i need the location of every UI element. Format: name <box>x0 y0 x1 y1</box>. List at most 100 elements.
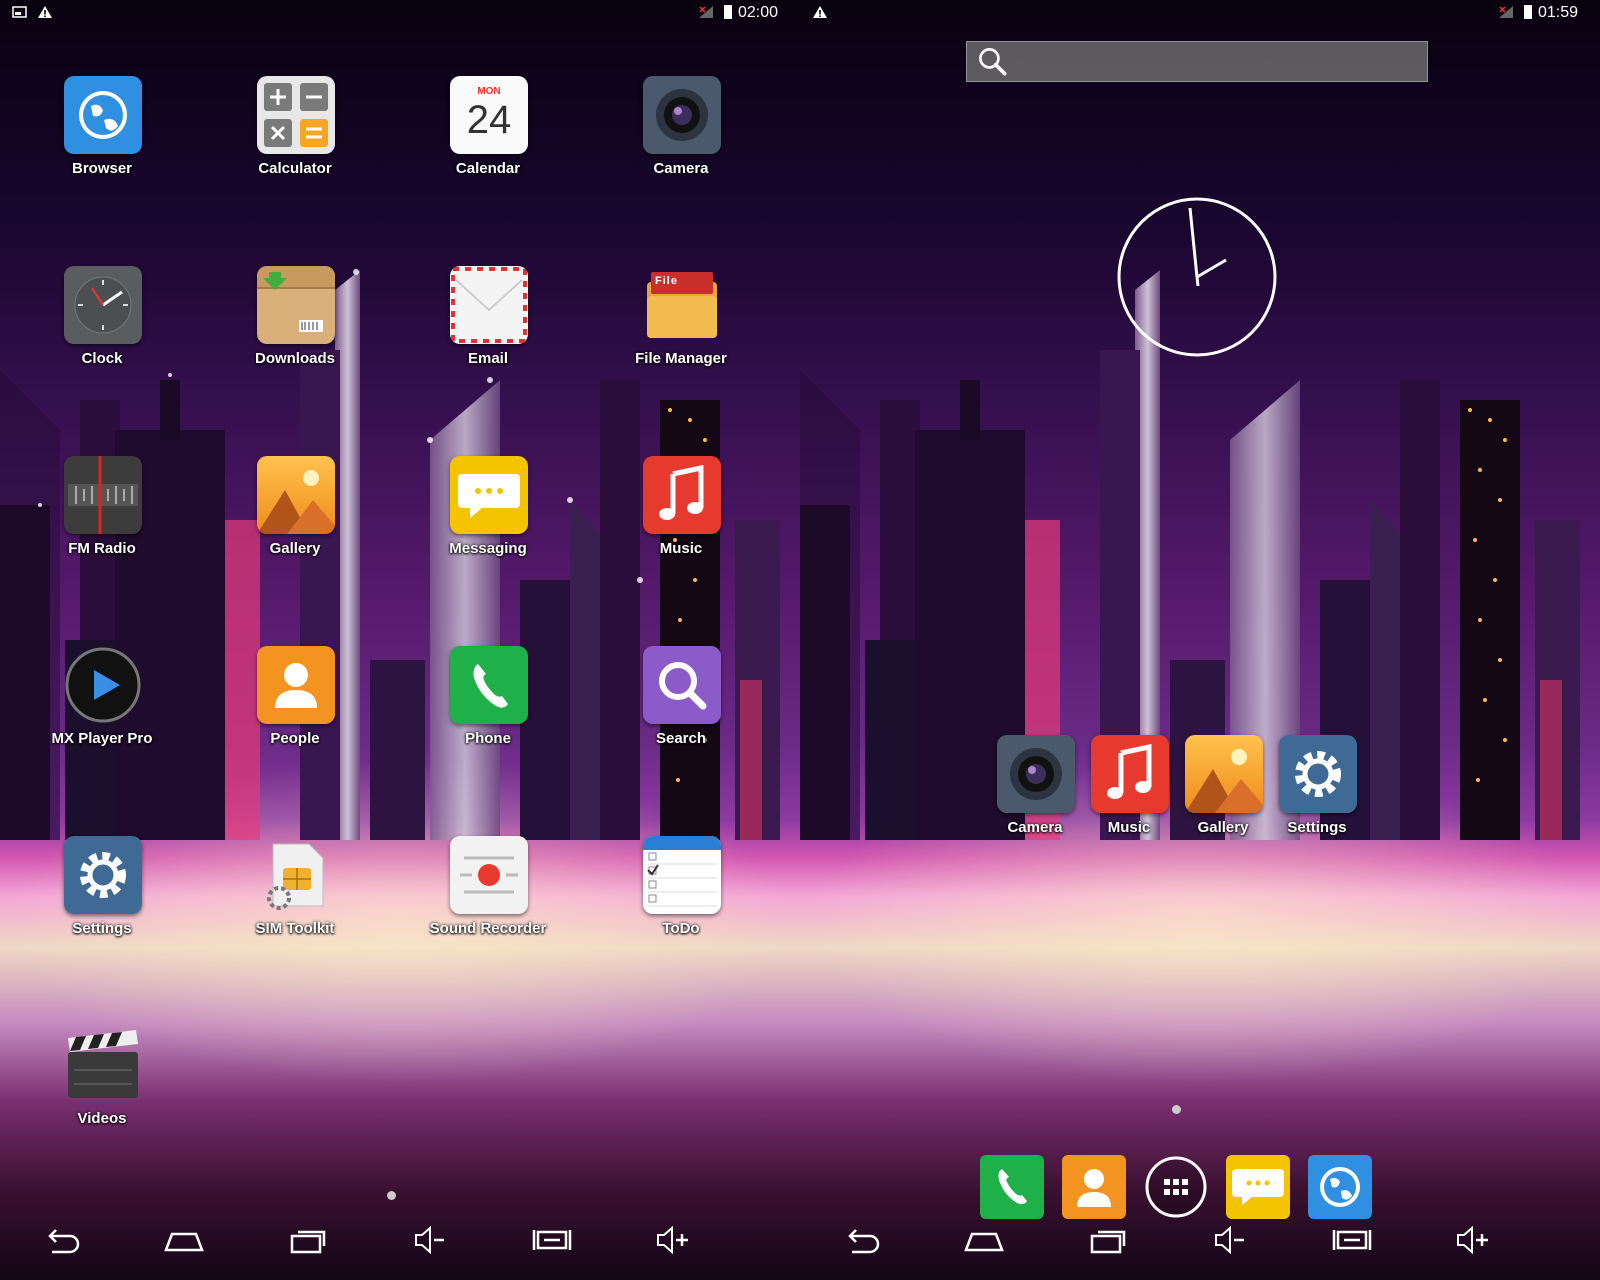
app-label: Gallery <box>269 540 321 557</box>
battery-icon <box>1524 5 1532 19</box>
volume-up-button[interactable] <box>1452 1222 1496 1258</box>
back-button[interactable] <box>40 1222 84 1258</box>
app-label: Clock <box>81 350 123 367</box>
app-label: MX Player Pro <box>51 730 153 747</box>
app-sound-recorder[interactable]: Sound Recorder <box>408 836 568 954</box>
messaging-icon <box>450 456 528 534</box>
clock-face-icon <box>1117 197 1277 357</box>
browser-icon <box>64 76 142 154</box>
sim-card-icon <box>257 836 335 914</box>
settings-icon <box>1279 735 1357 813</box>
home-icon <box>164 1232 204 1252</box>
radio-icon <box>64 456 142 534</box>
page-indicator-dot <box>387 1191 396 1200</box>
app-label: Music <box>659 540 703 557</box>
downloads-icon <box>257 266 335 344</box>
app-label: Settings <box>1287 819 1347 836</box>
app-label: Calculator <box>258 160 332 177</box>
app-phone[interactable]: Phone <box>408 646 568 764</box>
app-fm-radio[interactable]: FM Radio <box>22 456 182 574</box>
app-label: People <box>270 730 320 747</box>
analog-clock-widget[interactable] <box>1116 196 1278 358</box>
todo-icon <box>643 836 721 914</box>
app-videos[interactable]: Videos <box>22 1026 182 1144</box>
app-gallery[interactable]: Gallery <box>215 456 375 574</box>
app-label: File Manager <box>635 350 727 367</box>
app-label: SIM Toolkit <box>255 920 335 937</box>
volume-down-icon <box>1215 1225 1244 1255</box>
phone-icon <box>450 646 528 724</box>
screenshot-button[interactable] <box>1330 1222 1374 1258</box>
calendar-month: MON <box>477 86 501 97</box>
volume-down-icon <box>415 1225 444 1255</box>
calendar-icon: MON 24 <box>450 76 528 154</box>
app-calculator[interactable]: Calculator <box>215 76 375 194</box>
volume-down-button[interactable] <box>408 1222 452 1258</box>
app-search[interactable]: Search <box>601 646 761 764</box>
app-music[interactable]: Music <box>601 456 761 574</box>
search-bar[interactable] <box>966 41 1428 82</box>
favorite-settings[interactable]: Settings <box>1237 735 1397 853</box>
status-bar: 02:00 <box>0 0 800 26</box>
app-label: Sound Recorder <box>429 920 547 937</box>
app-label: Search <box>655 730 707 747</box>
warning-icon <box>813 6 827 18</box>
status-bar: 01:59 <box>800 0 1600 26</box>
volume-up-icon <box>657 1225 688 1255</box>
app-label: Downloads <box>254 350 335 367</box>
recent-apps-button[interactable] <box>1086 1222 1130 1258</box>
app-label: Calendar <box>455 160 521 177</box>
sound-recorder-icon <box>450 836 528 914</box>
back-icon <box>848 1229 880 1254</box>
screenshot-button[interactable] <box>530 1222 574 1258</box>
app-sim-toolkit[interactable]: SIM Toolkit <box>215 836 375 954</box>
app-browser[interactable]: Browser <box>22 76 182 194</box>
app-camera[interactable]: Camera <box>601 76 761 194</box>
app-calendar[interactable]: MON 24 Calendar <box>408 76 568 194</box>
home-button[interactable] <box>962 1222 1006 1258</box>
home-screen-app-drawer: 02:00 Browser Calculator MON 24 Calendar… <box>0 0 800 1280</box>
screenshot-notification-icon <box>12 6 27 18</box>
camera-icon <box>643 76 721 154</box>
app-messaging[interactable]: Messaging <box>408 456 568 574</box>
recent-apps-button[interactable] <box>286 1222 330 1258</box>
music-icon <box>643 456 721 534</box>
app-label: FM Radio <box>68 540 136 557</box>
email-icon <box>450 266 528 344</box>
signal-icon <box>1499 6 1513 18</box>
screenshot-icon <box>532 1230 572 1250</box>
recent-apps-icon <box>290 1230 326 1254</box>
home-button[interactable] <box>162 1222 206 1258</box>
status-time: 02:00 <box>738 4 779 21</box>
page-indicator-dot <box>1172 1105 1181 1114</box>
app-clock[interactable]: Clock <box>22 266 182 384</box>
signal-icon <box>699 6 713 18</box>
city-wallpaper <box>800 270 1580 840</box>
home-screen: 01:59 Camera Music Gallery Settings <box>800 0 1600 1280</box>
app-people[interactable]: People <box>215 646 375 764</box>
calendar-day: 24 <box>466 98 512 142</box>
volume-up-icon <box>1457 1225 1488 1255</box>
navigation-bar <box>0 1210 800 1280</box>
clock-icon <box>64 266 142 344</box>
volume-up-button[interactable] <box>652 1222 696 1258</box>
navigation-bar <box>800 1210 1600 1280</box>
app-todo[interactable]: ToDo <box>601 836 761 954</box>
mx-player-icon <box>64 646 142 724</box>
app-mx-player-pro[interactable]: MX Player Pro <box>22 646 182 764</box>
app-downloads[interactable]: Downloads <box>215 266 375 384</box>
folder-icon: File <box>643 266 721 344</box>
screenshot-icon <box>1332 1230 1372 1250</box>
app-email[interactable]: Email <box>408 266 568 384</box>
settings-icon <box>64 836 142 914</box>
app-settings[interactable]: Settings <box>22 836 182 954</box>
app-label: Camera <box>653 160 709 177</box>
clapperboard-icon <box>64 1026 142 1104</box>
app-label: Email <box>467 350 509 367</box>
back-button[interactable] <box>840 1222 884 1258</box>
search-icon <box>643 646 721 724</box>
volume-down-button[interactable] <box>1208 1222 1252 1258</box>
people-icon <box>257 646 335 724</box>
app-file-manager[interactable]: File File Manager <box>601 266 761 384</box>
battery-icon <box>724 5 732 19</box>
